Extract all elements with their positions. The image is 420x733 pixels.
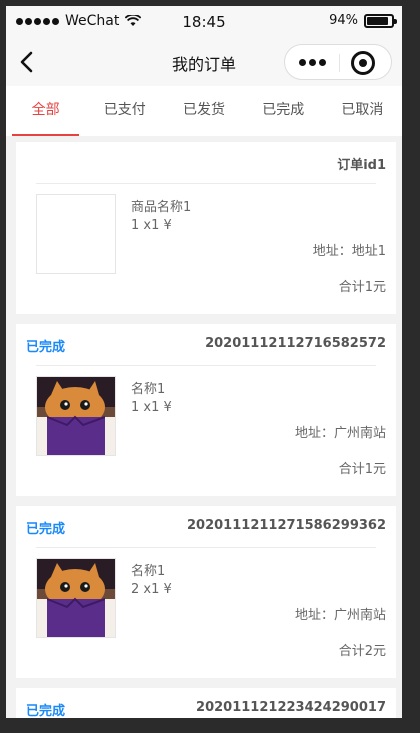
status-bar: WeChat 18:45 94% [6,6,402,38]
product-thumbnail[interactable] [36,376,116,456]
order-status: 已完成 [26,340,66,355]
nav-bar: 我的订单 [6,38,402,86]
order-card-header: 已完成 20201112122342429001​7 [16,688,386,718]
carrier-label: WeChat [65,13,120,29]
mini-program-capsule [284,44,392,80]
close-miniprogram-icon[interactable] [351,51,375,75]
battery-percent: 94% [329,13,358,28]
product-thumbnail[interactable] [36,194,116,274]
shipping-address: 地址：地址1 [312,244,386,259]
signal-icon [16,17,59,25]
tab-2[interactable]: 已发货 [164,86,243,136]
tab-4[interactable]: 已取消 [323,86,402,136]
shipping-address: 地址：广州南站 [294,608,386,623]
product-name: 名称1 [131,564,166,579]
order-status: 已完成 [26,522,66,537]
order-card-header: 订单id1 [16,142,386,184]
capsule-divider [339,54,340,72]
product-image [37,559,115,637]
tab-0[interactable]: 全部 [6,86,85,136]
wifi-icon [125,15,142,26]
battery-icon [364,13,397,28]
product-quantity: 1 x1 ¥ [131,218,172,233]
more-icon[interactable] [299,59,326,66]
order-id: 20201112112716582572 [205,336,386,351]
product-name: 商品名称1 [131,200,192,215]
clock: 18:45 [182,13,226,31]
product-quantity: 1 x1 ¥ [131,400,172,415]
order-card[interactable]: 已完成 20201112112715862993​62 名称1 2 x1 ¥ 地址：广州… [16,506,396,678]
order-status: 已完成 [26,704,66,718]
product-quantity: 2 x1 ¥ [131,582,172,597]
product-thumbnail[interactable] [36,558,116,638]
carrier-group: WeChat [16,13,142,29]
tab-3[interactable]: 已完成 [244,86,323,136]
order-card-body: 商品名称1 1 x1 ¥ 地址：地址1 合计1元 [16,184,396,314]
order-id: 20201112112715862993​62 [187,518,386,533]
order-card-header: 已完成 20201112112715862993​62 [16,506,386,548]
order-card-body: 名称1 2 x1 ¥ 地址：广州南站合计2元 [16,548,396,678]
order-card-body: 名称1 1 x1 ¥ 地址：广州南站合计1元 [16,366,396,496]
order-id: 订单id1 [337,158,386,173]
tab-1[interactable]: 已支付 [85,86,164,136]
order-total: 合计1元 [338,462,386,477]
product-image [37,377,115,455]
phone-screen: WeChat 18:45 94% 我的订单 全部 已支付 已发货 已完成 已取消 订单i… [6,6,402,718]
battery-group: 94% [329,13,397,28]
order-card[interactable]: 已完成 20201112122342429001​7 [16,688,396,718]
shipping-address: 地址：广州南站 [294,426,386,441]
order-id: 20201112122342429001​7 [196,700,386,715]
order-card[interactable]: 订单id1 商品名称1 1 x1 ¥ 地址：地址1 合计1元 [16,142,396,314]
order-card-header: 已完成 20201112112716582572 [16,324,386,366]
order-list: 订单id1 商品名称1 1 x1 ¥ 地址：地址1 合计1元 已完成 20201112112… [16,142,396,718]
order-card[interactable]: 已完成 20201112112716582572 名称1 1 x1 ¥ 地址：广州南站合… [16,324,396,496]
order-status-tabs: 全部 已支付 已发货 已完成 已取消 [6,86,402,136]
product-name: 名称1 [131,382,166,397]
order-total: 合计2元 [338,644,386,659]
order-total: 合计1元 [338,280,386,295]
